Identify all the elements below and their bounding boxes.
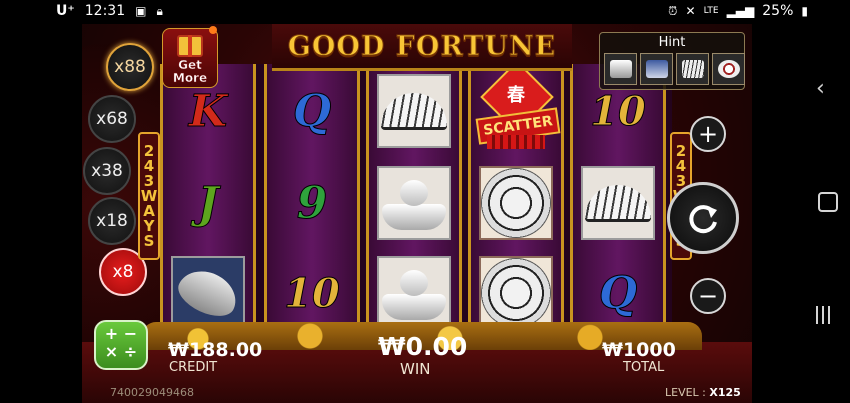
reel-1: K J	[160, 64, 256, 360]
get-more-button[interactable]: Get More	[162, 28, 218, 88]
lock-icon: 🔒︎	[156, 3, 163, 18]
fan-symbol-icon	[377, 74, 451, 148]
fish-symbol-icon	[171, 256, 245, 330]
reel-3	[366, 64, 462, 360]
reel-4: 春 SCATTER	[468, 60, 564, 360]
carrier-label: U⁺	[56, 3, 75, 19]
level-label: LEVEL :	[665, 386, 706, 399]
ways-label-left: 243WAYS	[138, 132, 160, 260]
reel-5: 10 Q	[570, 64, 666, 360]
credit-value: ₩188.00	[168, 339, 263, 361]
credit-label: CREDIT	[169, 360, 218, 375]
symbol-cell	[573, 160, 663, 246]
recent-apps-icon[interactable]	[816, 306, 830, 324]
fan-symbol-icon	[581, 166, 655, 240]
scatter-symbol-icon: 春 SCATTER	[473, 60, 561, 151]
hint-title: Hint	[658, 35, 686, 50]
multiplier-x38: x38	[83, 147, 131, 195]
ingot-symbol-icon	[377, 166, 451, 240]
symbol-cell	[471, 160, 561, 246]
gift-icon	[177, 35, 203, 57]
bet-increase-button[interactable]: +	[690, 116, 726, 152]
notification-dot	[209, 26, 217, 34]
symbol-10: 10	[590, 87, 647, 135]
symbol-j: J	[197, 177, 219, 229]
alarm-icon: ⏰︎	[668, 3, 678, 18]
game-screen: K J Q 9 10 春 SCATTER 10 Q GOOD FORTUNE G…	[82, 24, 752, 403]
symbol-q: Q	[292, 85, 332, 137]
game-title: GOOD FORTUNE	[287, 30, 557, 62]
symbol-k: K	[188, 85, 228, 137]
hint-fish-icon	[640, 53, 673, 85]
level-indicator: LEVEL : X125	[665, 386, 741, 399]
network-type: LTE	[703, 6, 719, 16]
calendar-icon: ▣	[135, 4, 147, 18]
coin-symbol-icon	[479, 166, 553, 240]
signal-icon: ▂▄▆	[726, 4, 755, 18]
symbol-cell: J	[163, 160, 253, 246]
game-id: 740029049468	[110, 386, 194, 399]
mute-icon: ✕	[685, 4, 696, 18]
hint-fan-icon	[676, 53, 709, 85]
symbol-cell: 春 SCATTER	[471, 60, 561, 152]
battery-percent: 25%	[762, 3, 794, 19]
reel-2: Q 9 10	[264, 64, 360, 360]
scatter-char: 春	[507, 85, 525, 106]
clock: 12:31	[84, 3, 126, 19]
home-icon[interactable]	[818, 192, 838, 212]
win-value: ₩0.00	[378, 332, 468, 361]
symbol-cell: 9	[267, 160, 357, 246]
ingot-symbol-icon	[377, 256, 451, 330]
win-label: WIN	[400, 360, 431, 378]
total-bet-label: TOTAL	[623, 360, 665, 375]
hint-ingot-icon	[604, 53, 637, 85]
multiplier-x18: x18	[88, 197, 136, 245]
level-value: X125	[709, 386, 741, 399]
symbol-cell: Q	[267, 68, 357, 154]
symbol-10: 10	[284, 269, 341, 317]
total-bet-value: ₩1000	[602, 339, 676, 361]
coin-symbol-icon	[479, 256, 553, 330]
symbol-cell	[369, 160, 459, 246]
back-icon[interactable]: ‹	[816, 76, 825, 101]
hint-panel[interactable]: Hint	[599, 32, 745, 90]
status-bar: U⁺ 12:31 ▣ 🔒︎ ⏰︎ ✕ LTE ▂▄▆ 25% ▮	[0, 0, 850, 24]
symbol-9: 9	[296, 177, 328, 229]
spin-button[interactable]	[667, 182, 739, 254]
bet-calculator-button[interactable]: + − × ÷	[94, 320, 148, 370]
reel-area: K J Q 9 10 春 SCATTER 10 Q	[160, 60, 672, 360]
multiplier-x68: x68	[88, 95, 136, 143]
hint-coin-icon	[712, 53, 745, 85]
refresh-icon	[689, 205, 717, 234]
title-plate: GOOD FORTUNE	[272, 24, 572, 71]
plus-icon: +	[697, 120, 719, 148]
battery-icon: ▮	[801, 4, 808, 18]
minus-icon: −	[697, 282, 719, 310]
symbol-cell	[369, 68, 459, 154]
navigation-bar: ‹	[752, 24, 850, 403]
bet-decrease-button[interactable]: −	[690, 278, 726, 314]
get-more-label: Get More	[172, 58, 208, 85]
multiplier-x88: x88	[106, 43, 154, 91]
calculator-icon: + − × ÷	[104, 324, 138, 361]
symbol-q: Q	[598, 267, 638, 319]
